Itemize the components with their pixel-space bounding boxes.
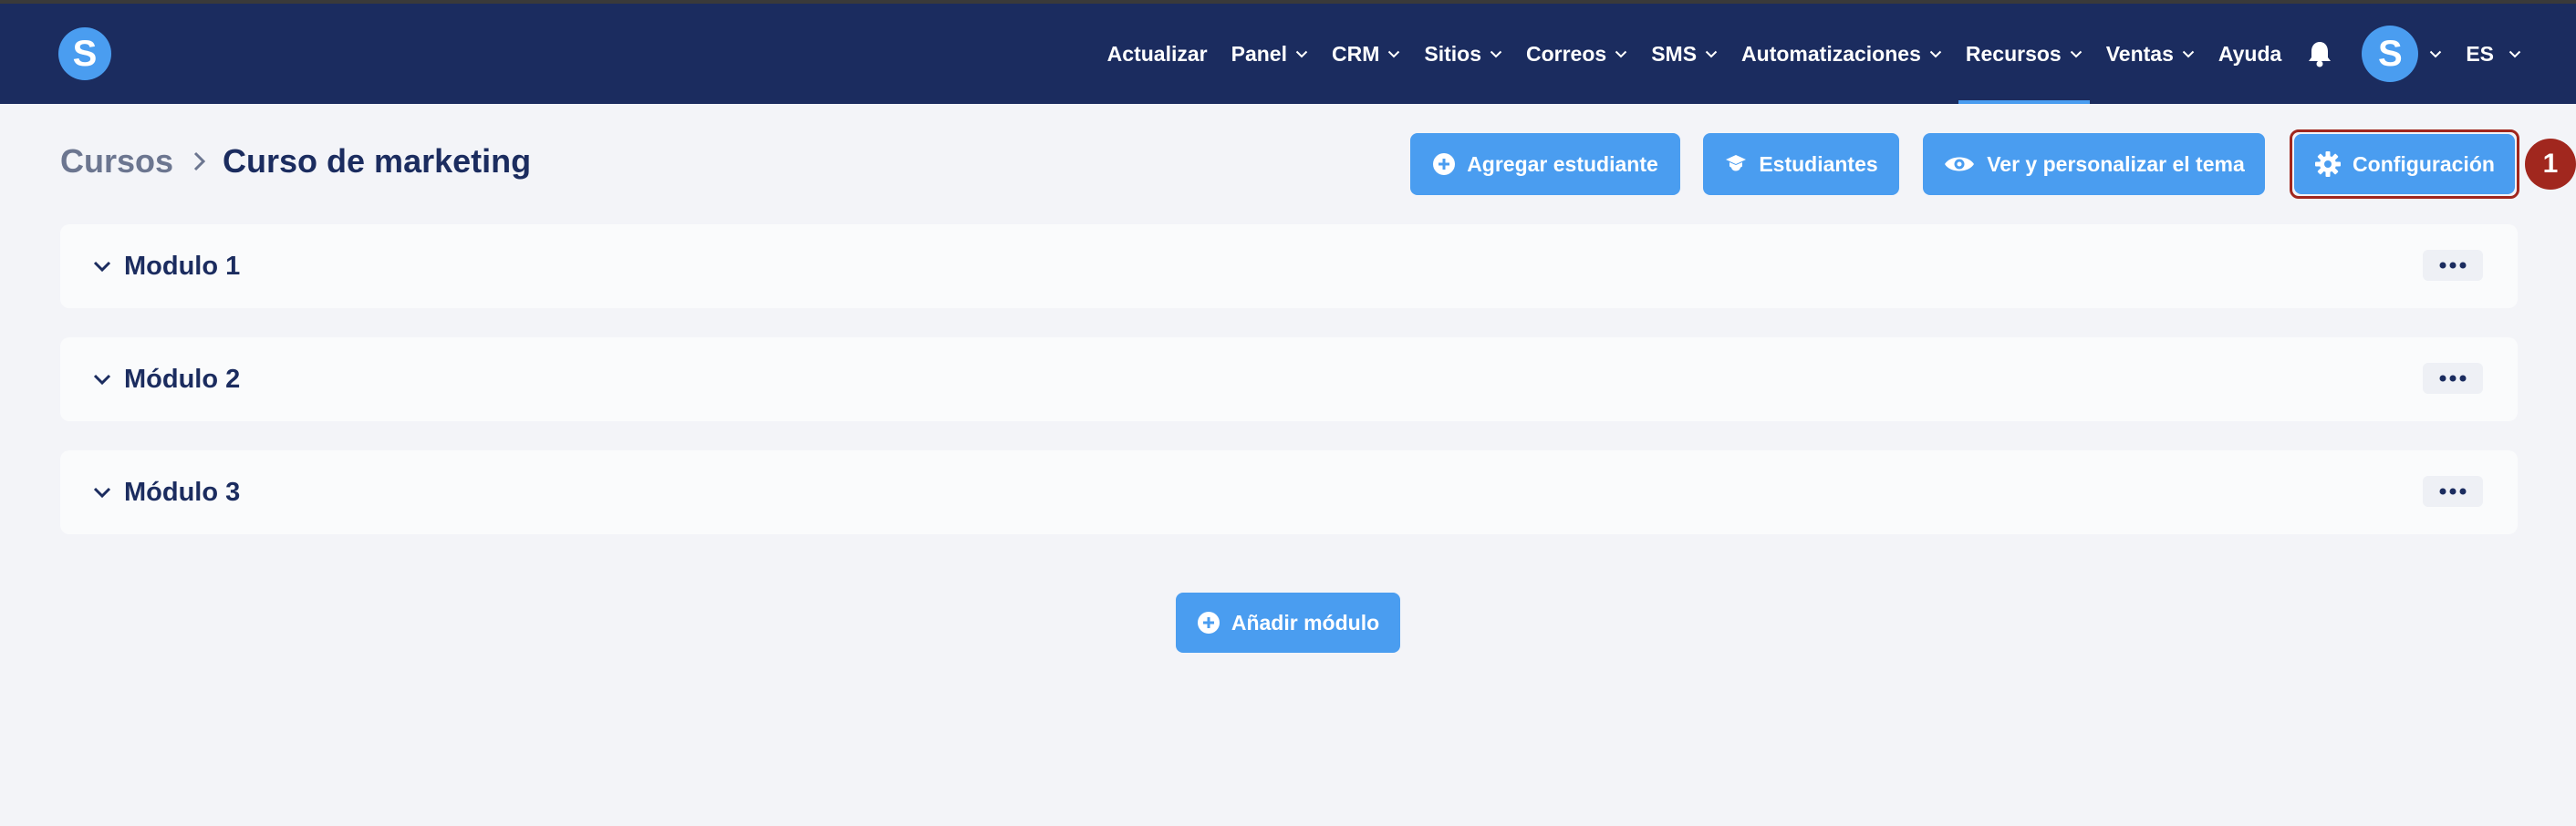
chevron-down-icon[interactable] [93, 261, 111, 272]
module-row[interactable]: Modulo 1 [60, 224, 2518, 308]
chevron-down-icon [2182, 50, 2195, 58]
main-nav: Actualizar Panel CRM Sitios Correos SMS … [1107, 4, 2521, 104]
breadcrumb: Cursos Curso de marketing [60, 142, 531, 181]
eye-icon [1945, 157, 1975, 171]
graduation-cap-icon [1726, 155, 1747, 171]
chevron-down-icon[interactable] [2429, 50, 2442, 58]
plus-circle-icon [1197, 612, 1220, 634]
students-button[interactable]: Estudiantes [1703, 133, 1899, 195]
settings-button[interactable]: Configuración [2294, 134, 2515, 194]
nav-actualizar[interactable]: Actualizar [1107, 4, 1208, 104]
module-title: Módulo 2 [124, 364, 241, 394]
nav-recursos[interactable]: Recursos [1958, 4, 2090, 104]
breadcrumb-root-link[interactable]: Cursos [60, 142, 173, 181]
chevron-down-icon [1705, 50, 1718, 58]
chevron-down-icon [1295, 50, 1308, 58]
nav-automatizaciones[interactable]: Automatizaciones [1741, 4, 1942, 104]
notifications-bell-icon[interactable] [2307, 40, 2332, 67]
chevron-down-icon [2070, 50, 2083, 58]
nav-correos[interactable]: Correos [1526, 4, 1627, 104]
add-student-button[interactable]: Agregar estudiante [1410, 133, 1680, 195]
more-options-icon[interactable] [2423, 363, 2483, 394]
more-options-icon[interactable] [2423, 476, 2483, 507]
chevron-down-icon [1490, 50, 1502, 58]
avatar-letter: S [2377, 33, 2403, 74]
logo-letter: S [72, 33, 98, 74]
gear-icon [2315, 151, 2342, 177]
app-logo[interactable]: S [58, 27, 111, 80]
language-selector[interactable]: ES [2466, 4, 2521, 104]
step-marker-badge: 1 [2525, 139, 2576, 190]
chevron-down-icon [1929, 50, 1942, 58]
module-title: Modulo 1 [124, 251, 241, 281]
plus-circle-icon [1433, 153, 1456, 175]
top-navbar: S Actualizar Panel CRM Sitios Correos SM… [0, 4, 2576, 104]
nav-panel[interactable]: Panel [1231, 4, 1308, 104]
nav-sms[interactable]: SMS [1651, 4, 1718, 104]
nav-ventas[interactable]: Ventas [2106, 4, 2195, 104]
page-title: Curso de marketing [223, 142, 532, 180]
more-options-icon[interactable] [2423, 250, 2483, 281]
chevron-down-icon[interactable] [93, 374, 111, 385]
module-title: Módulo 3 [124, 477, 241, 507]
chevron-down-icon[interactable] [93, 487, 111, 498]
nav-ayuda[interactable]: Ayuda [2218, 4, 2281, 104]
add-module-button[interactable]: Añadir módulo [1176, 593, 1400, 653]
module-row[interactable]: Módulo 2 [60, 337, 2518, 421]
view-customize-theme-button[interactable]: Ver y personalizar el tema [1923, 133, 2265, 195]
chevron-right-icon [193, 151, 206, 171]
chevron-down-icon [1387, 50, 1400, 58]
chevron-down-icon [2508, 50, 2521, 58]
chevron-down-icon [1615, 50, 1627, 58]
user-avatar[interactable]: S [2362, 26, 2419, 82]
module-row[interactable]: Módulo 3 [60, 450, 2518, 534]
nav-crm[interactable]: CRM [1332, 4, 1400, 104]
nav-sitios[interactable]: Sitios [1424, 4, 1502, 104]
